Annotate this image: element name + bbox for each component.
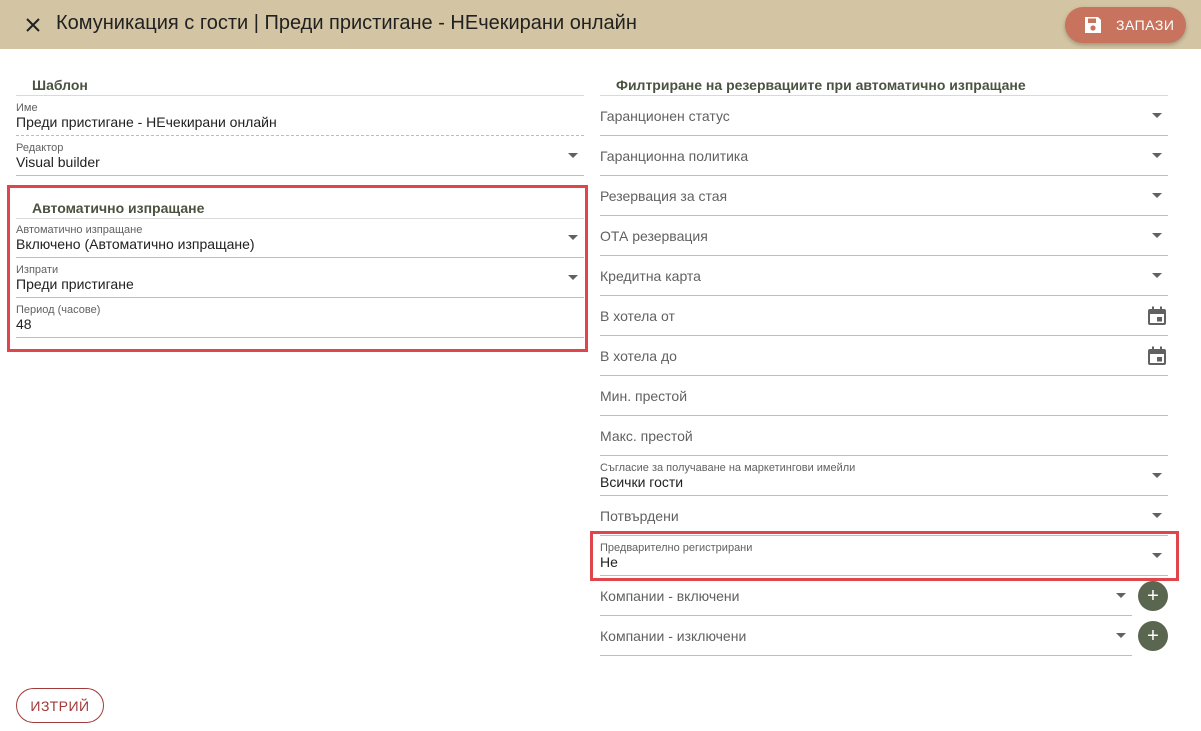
credit-card-label: Кредитна карта [600,268,701,284]
chevron-down-icon [568,235,578,240]
min-stay-label: Мин. престой [600,388,688,404]
filter-section-title: Филтриране на резервациите при автоматич… [616,77,1026,93]
send-select[interactable]: Изпрати Преди пристигане [16,258,584,298]
send-select-label: Изпрати [16,264,59,276]
top-bar: Комуникация с гости | Преди пристигане -… [0,0,1201,49]
guarantee-status-label: Гаранционен статус [600,108,730,124]
chevron-down-icon [1152,233,1162,238]
chevron-down-icon [1152,153,1162,158]
companies-included-select[interactable]: Компании - включени [600,576,1132,616]
ota-reservation-label: ОТА резервация [600,228,708,244]
auto-send-select-label: Автоматично изпращане [16,224,143,236]
chevron-down-icon [1116,593,1126,598]
save-button[interactable]: ЗАПАЗИ [1065,7,1186,43]
page-title: Комуникация с гости | Преди пристигане -… [56,12,637,34]
chevron-down-icon [1152,113,1162,118]
guarantee-policy-select[interactable]: Гаранционна политика [600,136,1168,176]
confirmed-select[interactable]: Потвърдени [600,496,1168,536]
auto-send-select[interactable]: Автоматично изпращане Включено (Автомати… [16,218,584,258]
max-stay-label: Макс. престой [600,428,693,444]
calendar-icon[interactable] [1146,345,1168,367]
preregistered-select[interactable]: Предварително регистрирани Не [600,536,1168,576]
ota-reservation-select[interactable]: ОТА резервация [600,216,1168,256]
period-hours-label: Период (часове) [16,304,101,316]
chevron-down-icon [568,275,578,280]
name-field-label: Име [16,102,38,114]
in-hotel-from-date[interactable]: В хотела от [600,296,1168,336]
send-select-value: Преди пристигане [16,276,134,292]
add-company-included-button[interactable]: + [1138,581,1168,611]
chevron-down-icon [1152,193,1162,198]
preregistered-value: Не [600,554,618,570]
room-reservation-select[interactable]: Резервация за стая [600,176,1168,216]
preregistered-label: Предварително регистрирани [600,542,753,554]
room-reservation-label: Резервация за стая [600,188,728,204]
plus-icon: + [1147,585,1159,607]
companies-excluded-select[interactable]: Компании - изключени [600,616,1132,656]
max-stay-input[interactable]: Макс. престой [600,416,1168,456]
credit-card-select[interactable]: Кредитна карта [600,256,1168,296]
close-icon[interactable] [20,12,46,38]
add-company-excluded-button[interactable]: + [1138,621,1168,651]
floppy-disk-icon [1085,17,1101,33]
template-section-title: Шаблон [32,77,88,93]
chevron-down-icon [1116,633,1126,638]
companies-excluded-label: Компании - изключени [600,628,747,644]
confirmed-label: Потвърдени [600,508,679,524]
guarantee-status-select[interactable]: Гаранционен статус [600,96,1168,136]
name-field-value: Преди пристигане - НЕчекирани онлайн [16,114,277,130]
companies-included-label: Компании - включени [600,588,740,604]
marketing-consent-select[interactable]: Съгласие за получаване на маркетингови и… [600,456,1168,496]
plus-icon: + [1147,625,1159,647]
editor-select-value: Visual builder [16,154,100,170]
auto-send-section-title: Автоматично изпращане [32,200,205,216]
save-button-label: ЗАПАЗИ [1116,17,1175,33]
period-hours-value: 48 [16,316,32,332]
delete-button-label: ИЗТРИЙ [30,698,90,714]
delete-button[interactable]: ИЗТРИЙ [16,688,104,723]
auto-send-select-value: Включено (Автоматично изпращане) [16,236,255,252]
editor-select-label: Редактор [16,142,64,154]
marketing-consent-value: Всички гости [600,474,684,490]
in-hotel-from-label: В хотела от [600,308,675,324]
chevron-down-icon [1152,513,1162,518]
calendar-icon[interactable] [1146,305,1168,327]
guarantee-policy-label: Гаранционна политика [600,148,749,164]
in-hotel-to-label: В хотела до [600,348,677,364]
chevron-down-icon [568,153,578,158]
chevron-down-icon [1152,273,1162,278]
chevron-down-icon [1152,553,1162,558]
in-hotel-to-date[interactable]: В хотела до [600,336,1168,376]
editor-select[interactable]: Редактор Visual builder [16,136,584,176]
name-field[interactable]: Име Преди пристигане - НЕчекирани онлайн [16,96,584,136]
min-stay-input[interactable]: Мин. престой [600,376,1168,416]
chevron-down-icon [1152,473,1162,478]
marketing-consent-label: Съгласие за получаване на маркетингови и… [600,462,856,474]
period-hours-input[interactable]: Период (часове) 48 [16,298,584,338]
